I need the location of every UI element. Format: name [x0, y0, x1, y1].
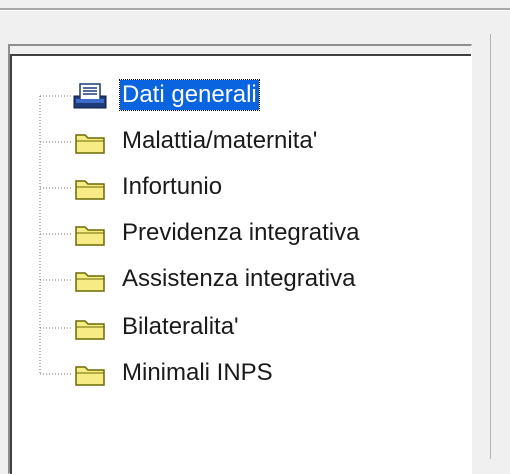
tree-item-label: Malattia/maternita'	[122, 127, 318, 154]
folder-icon	[72, 128, 108, 156]
folder-icon	[72, 314, 108, 342]
tree-item-label: Previdenza integrativa	[122, 219, 360, 246]
document-tray-icon	[72, 82, 108, 110]
tree-view[interactable]: Dati generali Malattia/maternita' Infort…	[10, 54, 471, 474]
tree-item-label: Minimali INPS	[122, 359, 273, 386]
folder-icon	[72, 174, 108, 202]
folder-icon	[72, 266, 108, 294]
tree-item-label: Infortunio	[122, 173, 223, 200]
tree-item-label: Assistenza integrativa	[122, 265, 356, 292]
tree-item-label: Bilateralita'	[122, 313, 239, 340]
top-separator	[0, 8, 510, 11]
folder-icon	[72, 360, 108, 388]
folder-icon	[72, 220, 108, 248]
tree-item-label: Dati generali	[119, 79, 260, 111]
right-edge-divider	[490, 34, 491, 459]
